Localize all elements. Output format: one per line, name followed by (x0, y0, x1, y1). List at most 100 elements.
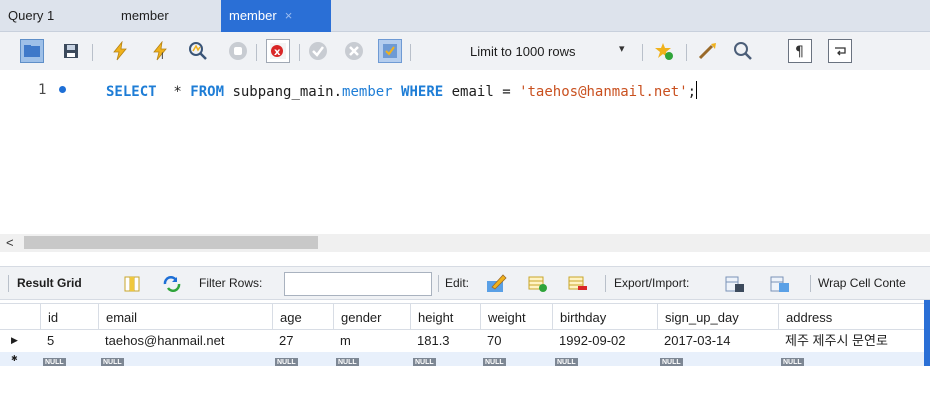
line-number: 1 (38, 82, 47, 98)
export-icon[interactable] (723, 272, 747, 296)
grid-layout-icon[interactable] (120, 272, 144, 296)
table-row[interactable]: ▶ 5 taehos@hanmail.net 27 m 181.3 70 1992-09-0… (0, 330, 930, 352)
column-header-address[interactable]: address (778, 304, 924, 329)
sql-editor[interactable]: 1 SELECT * FROM subpang_main.member WHER… (0, 70, 930, 234)
commit-icon[interactable] (306, 39, 330, 63)
scroll-left-icon[interactable]: < (6, 235, 14, 250)
table-cell[interactable]: NULL (774, 352, 920, 366)
tab-query-1[interactable]: Query 1 (0, 0, 102, 32)
statement-marker-icon (59, 86, 66, 93)
sql-statement[interactable]: SELECT * FROM subpang_main.member WHERE … (106, 81, 698, 100)
svg-text:I: I (161, 52, 164, 61)
stop-icon[interactable] (226, 39, 250, 63)
sql-token: WHERE (401, 84, 444, 100)
wrap-cell-content-label[interactable]: Wrap Cell Conte (818, 276, 906, 290)
add-row-icon[interactable] (526, 272, 550, 296)
toggle-error-stop-icon[interactable]: x (266, 39, 290, 63)
explain-icon[interactable] (186, 39, 210, 63)
grid-header-row: id email age gender height weight birthday sign… (0, 303, 930, 330)
beautify-icon[interactable] (696, 39, 720, 63)
null-badge: NULL (781, 358, 804, 366)
save-icon[interactable] (59, 39, 83, 63)
refresh-icon[interactable] (160, 272, 184, 296)
add-snippet-icon[interactable] (652, 39, 676, 63)
current-row-marker-icon: ▶ (11, 335, 18, 345)
null-badge: NULL (555, 358, 578, 366)
execute-current-icon[interactable]: I (148, 39, 172, 63)
table-cell[interactable]: 제주 제주시 문연로 (778, 330, 924, 352)
table-cell[interactable]: NULL (548, 352, 653, 366)
tab-label: Query 1 (8, 8, 55, 23)
table-cell[interactable]: NULL (653, 352, 774, 366)
table-cell[interactable]: NULL (329, 352, 406, 366)
invisible-chars-icon[interactable]: ¶ (788, 39, 812, 63)
column-header-id[interactable]: id (40, 304, 98, 329)
null-badge: NULL (101, 358, 124, 366)
new-row-marker-icon: ✱ (11, 354, 18, 363)
find-icon[interactable] (731, 39, 755, 63)
table-cell[interactable]: NULL (94, 352, 268, 366)
table-cell[interactable]: 2017-03-14 (657, 330, 778, 352)
filter-rows-input[interactable] (284, 272, 432, 296)
column-header-birthday[interactable]: birthday (552, 304, 657, 329)
limit-rows-select[interactable]: Limit to 1000 rows (470, 44, 576, 59)
table-cell[interactable]: taehos@hanmail.net (98, 330, 272, 352)
column-header-email[interactable]: email (98, 304, 272, 329)
edit-cell-icon[interactable] (485, 271, 509, 295)
column-header-height[interactable]: height (410, 304, 480, 329)
null-badge: NULL (660, 358, 683, 366)
column-header-gender[interactable]: gender (333, 304, 410, 329)
tab-member-active[interactable]: member × (221, 0, 331, 32)
table-cell[interactable]: 1992-09-02 (552, 330, 657, 352)
column-header-age[interactable]: age (272, 304, 333, 329)
table-cell[interactable]: NULL (268, 352, 329, 366)
sql-token: subpang_main. (224, 84, 343, 100)
filter-rows-label: Filter Rows: (199, 276, 263, 290)
sql-token: member (342, 84, 393, 100)
text-cursor (696, 81, 698, 99)
result-toolbar: Result Grid Filter Rows: Edit: Export/Im… (0, 266, 930, 300)
import-icon[interactable] (768, 272, 792, 296)
null-badge: NULL (336, 358, 359, 366)
svg-text:¶: ¶ (795, 44, 804, 59)
table-cell[interactable]: NULL (36, 352, 94, 366)
result-grid-tab[interactable]: Result Grid (17, 276, 82, 290)
table-cell[interactable]: NULL (476, 352, 548, 366)
svg-text:x: x (274, 47, 281, 58)
rollback-icon[interactable] (342, 39, 366, 63)
sql-toolbar: I x Limit to 1000 rows ▾ ¶ (0, 32, 930, 70)
autocommit-icon[interactable] (378, 39, 402, 63)
column-header-weight[interactable]: weight (480, 304, 552, 329)
table-cell[interactable]: 70 (480, 330, 552, 352)
sql-token: 'taehos@hanmail.net' (519, 84, 688, 100)
tab-label: member (229, 8, 277, 23)
export-import-label: Export/Import: (614, 276, 690, 290)
new-row-placeholder[interactable]: ✱ NULL NULL NULL NULL NULL NULL NULL NULL NULL (0, 352, 930, 366)
side-panel-edge (924, 300, 930, 366)
word-wrap-icon[interactable] (828, 39, 852, 63)
null-badge: NULL (483, 358, 506, 366)
tab-label: member (121, 8, 169, 23)
sql-token: FROM (190, 84, 225, 100)
table-cell[interactable]: m (333, 330, 410, 352)
chevron-down-icon[interactable]: ▾ (619, 42, 625, 55)
editor-horizontal-scrollbar[interactable]: < (0, 234, 930, 252)
tab-member[interactable]: member (113, 0, 217, 32)
table-cell[interactable]: 5 (40, 330, 98, 352)
delete-row-icon[interactable] (566, 272, 590, 296)
null-badge: NULL (43, 358, 66, 366)
null-badge: NULL (275, 358, 298, 366)
sql-token: ; (687, 84, 697, 100)
scrollbar-thumb[interactable] (24, 236, 318, 249)
column-header-sign-up-day[interactable]: sign_up_day (657, 304, 778, 329)
editor-tab-bar: Query 1 member member × (0, 0, 930, 32)
edit-label: Edit: (445, 276, 470, 290)
open-folder-icon[interactable] (20, 39, 44, 63)
table-cell[interactable]: 181.3 (410, 330, 480, 352)
execute-icon[interactable] (108, 39, 132, 63)
close-icon[interactable]: × (285, 8, 293, 23)
sql-token: SELECT (106, 84, 157, 100)
table-cell[interactable]: 27 (272, 330, 333, 352)
table-cell[interactable]: NULL (406, 352, 476, 366)
